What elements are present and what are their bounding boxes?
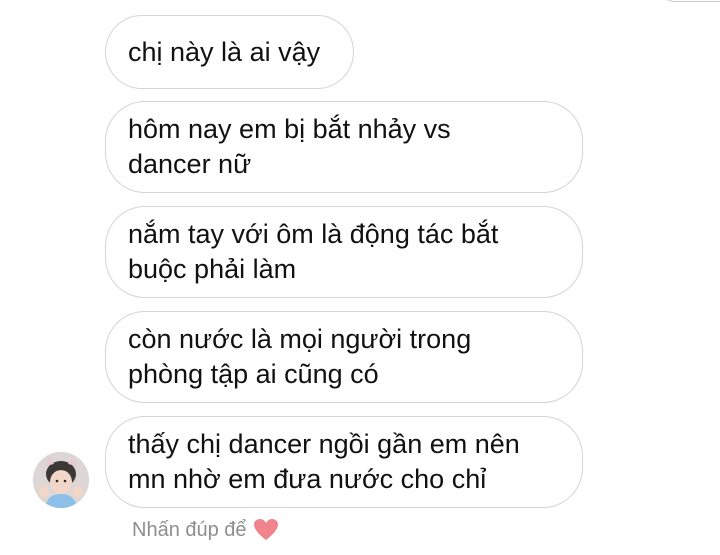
message-text: còn nước là mọi người trong phòng tập ai… xyxy=(128,324,472,389)
message-text: chị này là ai vậy xyxy=(128,36,321,67)
message-text: thấy chị dancer ngồi gần em nên mn nhờ e… xyxy=(128,429,520,494)
message-bubble[interactable]: hôm nay em bị bắt nhảy vs dancer nữ xyxy=(105,101,583,193)
message-bubble[interactable]: chị này là ai vậy xyxy=(105,15,354,89)
message-bubble[interactable]: còn nước là mọi người trong phòng tập ai… xyxy=(105,311,583,403)
message-bubble[interactable]: thấy chị dancer ngồi gần em nên mn nhờ e… xyxy=(105,416,583,508)
message-text: nắm tay với ôm là động tác bắt buộc phải… xyxy=(128,219,499,284)
message-text: hôm nay em bị bắt nhảy vs dancer nữ xyxy=(128,114,451,179)
sender-avatar[interactable] xyxy=(33,452,89,508)
previous-message-edge xyxy=(660,0,720,2)
double-tap-hint-text: Nhấn đúp để xyxy=(132,518,247,541)
message-bubble[interactable]: nắm tay với ôm là động tác bắt buộc phải… xyxy=(105,206,583,298)
double-tap-hint: Nhấn đúp để xyxy=(132,515,279,545)
heart-icon[interactable] xyxy=(253,518,279,542)
